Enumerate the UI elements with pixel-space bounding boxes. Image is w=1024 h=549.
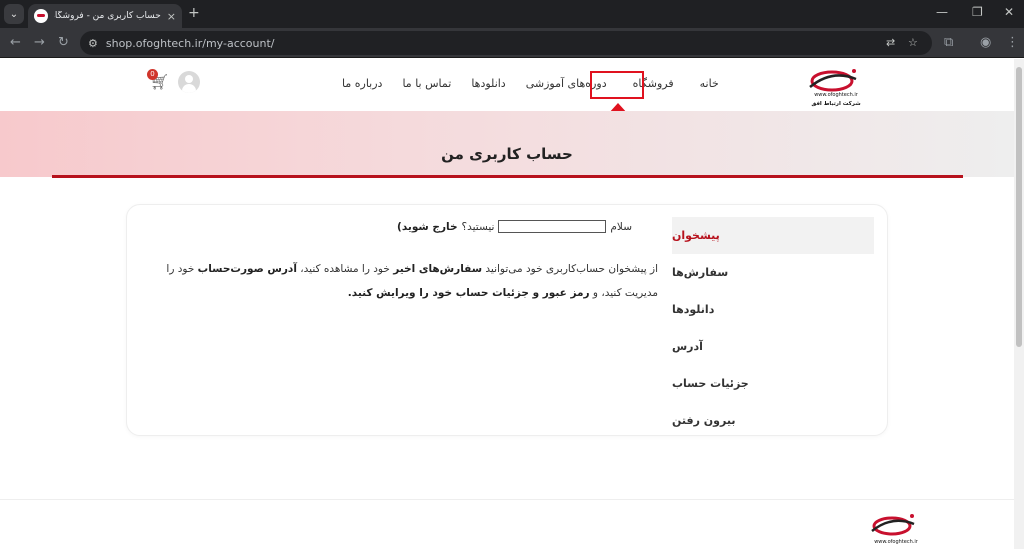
greeting-hello: سلام: [610, 220, 632, 233]
annotation-highlight-box: [590, 71, 644, 99]
tab-search-icon[interactable]: ⌄: [4, 4, 24, 24]
account-navigation: پیشخوان سفارش‌ها دانلودها آدرس جزئیات حس…: [672, 217, 874, 439]
browser-tab[interactable]: حساب کاربری من - فروشگاه اینترنتی ار ×: [28, 4, 182, 28]
nav-about[interactable]: درباره ما: [332, 77, 392, 90]
back-icon[interactable]: ←: [10, 35, 21, 50]
url-text: shop.ofoghtech.ir/my-account/: [105, 36, 275, 50]
logo-url-text: www.ofoghtech.ir: [814, 92, 859, 98]
maximize-icon[interactable]: ❐: [972, 5, 983, 19]
page-content: www.ofoghtech.ir شرکت ارتباط افق خانه فر…: [0, 59, 1014, 549]
footer-logo-text: www.ofoghtech.ir: [874, 539, 919, 545]
profile-icon[interactable]: ◉: [980, 35, 991, 50]
translate-icon[interactable]: ⇄: [886, 36, 895, 49]
window-close-icon[interactable]: ✕: [1004, 5, 1014, 19]
main-nav: خانه فروشگاه دوره‌های آموزشی دانلودها تم…: [332, 77, 729, 90]
minimize-icon[interactable]: —: [936, 5, 948, 19]
star-icon[interactable]: ☆: [908, 36, 918, 49]
account-menu-details[interactable]: جزئیات حساب: [672, 365, 874, 402]
logout-link[interactable]: خارج شوید): [397, 221, 458, 233]
site-info-icon[interactable]: ⚙: [88, 37, 98, 50]
footer-logo: www.ofoghtech.ir: [871, 514, 919, 545]
billing-address-link[interactable]: آدرس صورت‌حساب: [198, 263, 297, 275]
username-box: [498, 220, 607, 233]
recent-orders-link[interactable]: سفارش‌های اخیر: [393, 263, 482, 275]
account-menu-dashboard[interactable]: پیشخوان: [672, 217, 874, 254]
extensions-icon[interactable]: ⧉: [944, 35, 953, 50]
account-menu-orders[interactable]: سفارش‌ها: [672, 254, 874, 291]
nav-downloads[interactable]: دانلودها: [461, 77, 515, 90]
greeting-not-you: نیستید؟: [461, 220, 495, 233]
dashboard-description: از پیشخوان حساب‌کاربری خود می‌توانید سفا…: [160, 257, 658, 305]
forward-icon[interactable]: →: [34, 35, 45, 50]
edit-account-link[interactable]: رمز عبور و جزئیات حساب خود را ویرایش کنی…: [348, 287, 590, 299]
desc-part-1: از پیشخوان حساب‌کاربری خود می‌توانید: [485, 263, 658, 275]
account-menu-logout[interactable]: بیرون رفتن: [672, 402, 874, 439]
new-tab-icon[interactable]: +: [188, 5, 200, 21]
nav-home[interactable]: خانه: [690, 77, 729, 90]
tab-close-icon[interactable]: ×: [167, 10, 176, 23]
site-logo[interactable]: www.ofoghtech.ir شرکت ارتباط افق: [796, 65, 876, 109]
favicon-icon: [34, 9, 48, 23]
reload-icon[interactable]: ↻: [58, 35, 69, 50]
page-title: حساب کاربری من: [441, 145, 573, 163]
page-scrollbar[interactable]: [1014, 59, 1024, 549]
site-header: www.ofoghtech.ir شرکت ارتباط افق خانه فر…: [0, 59, 1014, 111]
user-avatar[interactable]: [178, 71, 200, 93]
account-menu-address[interactable]: آدرس: [672, 328, 874, 365]
logo-company-text: شرکت ارتباط افق: [811, 100, 860, 107]
cart-count-badge: 0: [147, 69, 158, 80]
nav-contact[interactable]: تماس با ما: [392, 77, 461, 90]
menu-icon[interactable]: ⋮: [1006, 35, 1019, 50]
desc-part-2: خود را مشاهده کنید،: [300, 263, 390, 275]
page-hero: حساب کاربری من: [0, 111, 1014, 177]
footer-divider: [0, 499, 1014, 500]
scrollbar-thumb[interactable]: [1016, 67, 1022, 347]
browser-tabstrip: ⌄ حساب کاربری من - فروشگاه اینترنتی ار ×…: [0, 0, 1024, 28]
account-menu-downloads[interactable]: دانلودها: [672, 291, 874, 328]
hero-divider: [52, 175, 963, 178]
address-bar[interactable]: ⚙ shop.ofoghtech.ir/my-account/ ⇄ ☆: [80, 31, 932, 55]
browser-toolbar: ← → ↻ ⚙ shop.ofoghtech.ir/my-account/ ⇄ …: [0, 28, 1024, 58]
greeting-line: سلام نیستید؟ خارج شوید): [360, 220, 632, 233]
tab-title: حساب کاربری من - فروشگاه اینترنتی ار: [54, 11, 161, 21]
